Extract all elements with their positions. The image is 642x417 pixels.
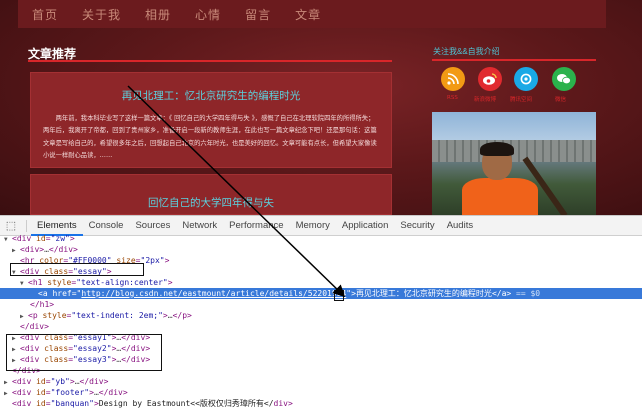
attr-value: text-align:center: [81, 278, 163, 287]
devtools-panel: ⬚ Elements Console Sources Network Perfo…: [0, 215, 642, 417]
text-node: Design by Eastmount<<版权仅归秀璋所有</: [98, 399, 274, 408]
sidebar-divider: [432, 59, 596, 61]
sidebar-title: 关注我&&自我介绍: [433, 47, 500, 56]
dom-node[interactable]: <div id="banquan">Design by Eastmount<<版…: [0, 398, 642, 409]
attr-value: yb: [55, 377, 66, 386]
essay-card: 回忆自己的大学四年得与失: [30, 174, 392, 215]
nav-item-articles[interactable]: 文章: [295, 6, 321, 23]
photo-vest-decor: [462, 178, 538, 215]
selected-dom-node[interactable]: <a href="http://blog.csdn.net/eastmount/…: [0, 288, 642, 299]
essay-title-link[interactable]: 回忆自己的大学四年得与失: [31, 195, 391, 210]
web-page-area: 首页 关于我 相册 心情 留言 文章 文章推荐 再见北理工：忆北京研究生的编程时…: [0, 0, 642, 215]
essay-excerpt: 两年前，我本科毕业写了这样一篇文章：《 回忆自己的大学四年得与失 》，感慨了自己…: [43, 115, 377, 160]
nav-item-home[interactable]: 首页: [32, 6, 58, 23]
section-divider: [28, 60, 392, 62]
annotation-box: [6, 334, 162, 371]
rss-icon[interactable]: [441, 67, 465, 91]
attr-value: banquan: [55, 399, 90, 408]
dom-node[interactable]: </h1>: [0, 299, 642, 310]
annotation-box: [334, 290, 344, 301]
weibo-icon[interactable]: [478, 67, 502, 91]
social-label: 微信: [555, 97, 567, 103]
profile-photo: [432, 112, 596, 215]
social-label: 新浪微博: [474, 97, 497, 103]
dom-node[interactable]: </div>: [0, 321, 642, 332]
anchor-text: 再见北理工：忆北京研究生的编程时光: [355, 289, 492, 298]
tabbar-separator: [26, 219, 27, 232]
dom-node[interactable]: ▼ <h1 style="text-align:center">: [0, 277, 642, 288]
top-navigation: 首页 关于我 相册 心情 留言 文章: [18, 0, 606, 28]
attr-value: zw: [55, 234, 66, 243]
qzone-icon[interactable]: [514, 67, 538, 91]
social-label: RSS: [447, 95, 458, 101]
dom-node[interactable]: ▶ <div id="footer">…</div>: [0, 387, 642, 398]
nav-item-mood[interactable]: 心情: [195, 6, 221, 23]
dom-tree: ▼ <div id="zw"> ▶ <div>…</div> <hr color="…: [0, 233, 642, 409]
dom-node[interactable]: ▶ <p style="text-indent: 2em;">…</p>: [0, 310, 642, 321]
href-link[interactable]: http://blog.csdn.net/eastmount/article/d…: [81, 289, 346, 298]
console-ref: == $0: [516, 289, 541, 298]
nav-item-about[interactable]: 关于我: [82, 6, 121, 23]
nav-item-message[interactable]: 留言: [245, 6, 271, 23]
photo-wall-decor: [432, 140, 596, 162]
social-label: 腾讯空间: [510, 97, 533, 103]
attr-value: 2px: [145, 256, 160, 265]
attr-value: text-indent: 2em;: [76, 311, 159, 320]
wechat-icon[interactable]: [552, 67, 576, 91]
nav-item-album[interactable]: 相册: [145, 6, 171, 23]
annotation-box: [10, 263, 144, 276]
dom-node[interactable]: ▶ <div id="yb">…</div>: [0, 376, 642, 387]
essay-title-link[interactable]: 再见北理工：忆北京研究生的编程时光: [31, 88, 391, 103]
attr-value: footer: [55, 388, 85, 397]
dom-node[interactable]: ▶ <div>…</div>: [0, 244, 642, 255]
photo-hair-decor: [480, 142, 514, 156]
dom-node[interactable]: ▼ <div id="zw">: [0, 233, 642, 244]
essay-card: 再见北理工：忆北京研究生的编程时光 两年前，我本科毕业写了这样一篇文章：《 回忆…: [30, 72, 392, 168]
